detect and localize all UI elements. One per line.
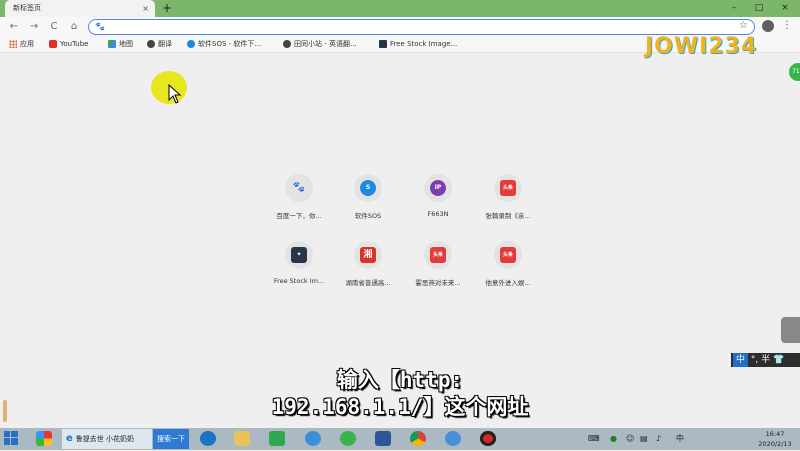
word-icon[interactable] <box>375 431 391 446</box>
tab-close-icon[interactable]: × <box>142 0 149 17</box>
ip-icon: IP <box>430 180 446 196</box>
bookmark-free-stock[interactable]: Free Stock Image... <box>379 37 457 52</box>
weather-icon[interactable] <box>445 431 461 446</box>
baidu-paw-icon: 🐾 <box>292 182 306 193</box>
side-widget[interactable] <box>781 317 800 343</box>
ie-small-icon: e <box>66 433 73 444</box>
shortcut-f663n[interactable]: IP F663N <box>403 174 473 224</box>
minimize-button[interactable]: – <box>724 0 744 17</box>
apps-grid-icon <box>9 40 17 48</box>
jowi234-logo: JOWI234 <box>645 34 758 59</box>
toutiao-icon: 头条 <box>500 180 516 196</box>
bookmark-youtube[interactable]: YouTube <box>49 37 88 52</box>
green-badge-icon[interactable]: 71 <box>789 63 800 81</box>
tray-lang[interactable]: 中 <box>676 428 684 450</box>
bookmark-sos[interactable]: 软件SOS - 软件下... <box>187 37 261 52</box>
colorful-app-icon[interactable] <box>36 431 52 446</box>
bookmark-maps[interactable]: 地图 <box>108 37 133 52</box>
chrome-icon[interactable] <box>410 431 426 446</box>
reload-button[interactable]: C <box>46 19 62 35</box>
youtube-icon <box>49 40 57 48</box>
subtitle-line-1: 输入【http: <box>336 368 464 392</box>
shortcut-zhanghan[interactable]: 头条 张翰录制《亲... <box>473 174 543 224</box>
profile-avatar[interactable] <box>762 20 774 32</box>
shortcut-free-stock[interactable]: ✦ Free Stock Im... <box>264 241 334 291</box>
back-button[interactable]: ← <box>6 19 22 35</box>
baidu-paw-icon: 🐾 <box>95 22 105 31</box>
green-circle-app-icon[interactable] <box>340 431 356 446</box>
toutiao-icon: 头条 <box>500 247 516 263</box>
shortcut-entertainment[interactable]: 头条 他意外进入娱... <box>473 241 543 291</box>
tab-title: 新标签页 <box>13 4 41 12</box>
shortcut-hunan[interactable]: 湘 湖南省普通高... <box>333 241 403 291</box>
taskbar-search-button[interactable]: 搜索一下 <box>153 429 189 449</box>
xiang-icon: 湘 <box>360 247 376 263</box>
security-icon[interactable]: ● <box>610 428 617 450</box>
stock-icon <box>379 40 387 48</box>
tab-new-tab[interactable]: 新标签页 × <box>5 0 155 17</box>
maps-icon <box>108 40 116 48</box>
shortcut-sos[interactable]: S 软件SOS <box>333 174 403 224</box>
keyboard-icon[interactable]: ⌨ <box>588 428 600 450</box>
clock-date: 2020/2/13 <box>758 440 792 448</box>
windows-start-icon[interactable] <box>4 431 18 445</box>
taskbar: e 鲁提去世 小花奶奶 搜索一下 ⌨ ● ☺ ▤ ♪ 中 <box>0 428 800 450</box>
stock-icon: ✦ <box>291 247 307 263</box>
volume-icon[interactable]: ♪ <box>656 428 661 450</box>
taskbar-search-field[interactable]: e 鲁提去世 小花奶奶 <box>62 429 152 449</box>
shortcut-huosiyan[interactable]: 头条 霍思燕对未来... <box>403 241 473 291</box>
forward-button[interactable]: → <box>26 19 42 35</box>
thermometer-icon <box>3 400 7 422</box>
mouse-cursor-icon <box>168 84 182 104</box>
bookmark-translate[interactable]: 翻译 <box>147 37 172 52</box>
file-explorer-icon[interactable] <box>234 431 250 446</box>
cloud-app-icon[interactable] <box>305 431 321 446</box>
maximize-button[interactable]: □ <box>749 0 769 17</box>
toutiao-icon: 头条 <box>430 247 446 263</box>
sos-icon <box>187 40 195 48</box>
globe-icon <box>283 40 291 48</box>
green-app-icon[interactable] <box>269 431 285 446</box>
new-tab-button[interactable]: + <box>162 0 172 17</box>
close-window-button[interactable]: × <box>775 0 795 17</box>
tray-icon-2[interactable]: ☺ <box>626 428 634 450</box>
bookmark-star-icon[interactable]: ☆ <box>739 20 748 31</box>
clock-time: 16:47 <box>765 430 785 438</box>
menu-icon[interactable]: ⋮ <box>782 19 792 33</box>
bookmark-tiantong[interactable]: 田同小站 - 英语翻... <box>283 37 357 52</box>
shortcut-baidu[interactable]: 🐾 百度一下，你... <box>264 174 334 224</box>
record-icon[interactable] <box>480 431 496 446</box>
sos-icon: S <box>360 180 376 196</box>
taskbar-clock[interactable]: 16:47 2020/2/13 <box>752 428 798 451</box>
address-bar[interactable]: 🐾 ☆ <box>88 19 755 35</box>
network-icon[interactable]: ▤ <box>640 428 648 450</box>
home-button[interactable]: ⌂ <box>66 19 82 35</box>
bookmark-apps[interactable]: 应用 <box>9 37 34 52</box>
title-bar: 新标签页 × + – □ × <box>0 0 800 17</box>
globe-icon <box>147 40 155 48</box>
ie-browser-icon[interactable] <box>200 431 216 446</box>
subtitle-line-2: 192.168.1.1/】这个网址 <box>271 395 529 419</box>
